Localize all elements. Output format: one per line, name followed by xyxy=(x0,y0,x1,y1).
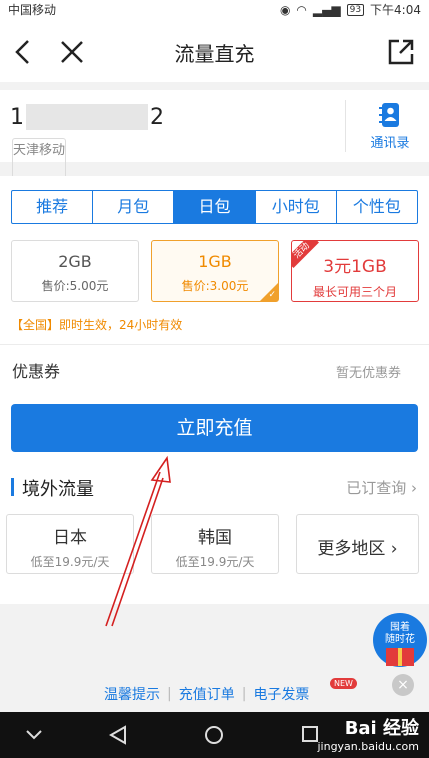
wifi-icon: ◠ xyxy=(296,2,307,17)
system-nav-bar: Bai 经验 jingyan.baidu.com xyxy=(0,712,429,758)
package-price: 最长可用三个月 xyxy=(312,285,397,299)
chevron-down-icon[interactable] xyxy=(24,726,44,742)
order-query-link[interactable]: 已订查询 › xyxy=(346,477,417,498)
region-price: 低至19.9元/天 xyxy=(30,555,110,569)
time-label: 下午4:04 xyxy=(370,3,421,17)
region-more-text: 更多地区 xyxy=(317,539,386,559)
overseas-title: 境外流量 xyxy=(22,479,94,500)
gift-badge-line2: 随时花 xyxy=(385,632,415,645)
orders-link[interactable]: 充值订单 xyxy=(179,684,235,704)
region-name: 韩国 xyxy=(198,528,232,548)
contacts-icon xyxy=(379,103,399,127)
invoice-link[interactable]: 电子发票 xyxy=(253,684,309,704)
order-query-label: 已订查询 xyxy=(346,479,407,497)
back-triangle-icon[interactable] xyxy=(108,724,128,746)
status-bar: 中国移动 ◉ ◠ ▂▄▆ 93 下午4:04 xyxy=(0,0,429,18)
region-name: 日本 xyxy=(53,528,87,548)
home-circle-icon[interactable] xyxy=(203,724,225,746)
tab-custom[interactable]: 个性包 xyxy=(335,191,417,223)
package-name: 3元1GB xyxy=(323,257,387,277)
region-korea[interactable]: 韩国 低至19.9元/天 xyxy=(151,514,279,574)
close-badge-icon[interactable]: × xyxy=(392,674,414,696)
page-title: 流量直充 xyxy=(174,42,255,66)
recharge-panel: 推荐 月包 日包 小时包 个性包 2GB 售价:5.00元 1GB 售价:3.0… xyxy=(0,176,429,604)
contacts-label: 通讯录 xyxy=(370,136,410,151)
phone-number-field[interactable]: 1 2 xyxy=(10,104,164,130)
contacts-button[interactable]: 通讯录 xyxy=(360,100,420,155)
eye-icon: ◉ xyxy=(279,2,291,17)
tab-recommend[interactable]: 推荐 xyxy=(12,191,92,223)
tab-monthly[interactable]: 月包 xyxy=(92,191,173,223)
package-option-1gb[interactable]: 1GB 售价:3.00元 ✓ xyxy=(151,240,279,302)
separator: | xyxy=(167,686,172,702)
check-icon: ✓ xyxy=(268,290,276,300)
phone-number-end: 2 xyxy=(150,104,164,130)
tips-link[interactable]: 温馨提示 xyxy=(104,684,160,704)
chevron-right-icon: › xyxy=(390,539,398,559)
phone-number-mask xyxy=(26,104,148,130)
package-price: 售价:5.00元 xyxy=(41,279,109,293)
region-more[interactable]: 更多地区 › xyxy=(296,514,419,574)
status-icons: ◉ ◠ ▂▄▆ 93 下午4:04 xyxy=(280,1,421,18)
battery-icon: 93 xyxy=(346,3,365,16)
share-icon[interactable] xyxy=(387,38,415,66)
phone-number-start: 1 xyxy=(10,104,24,130)
carrier-label: 中国移动 xyxy=(8,3,57,17)
package-option-2gb[interactable]: 2GB 售价:5.00元 xyxy=(11,240,139,302)
package-list: 2GB 售价:5.00元 1GB 售价:3.00元 ✓ 活动 3元1GB 最长可… xyxy=(11,240,419,302)
divider xyxy=(0,344,429,345)
package-option-promo[interactable]: 活动 3元1GB 最长可用三个月 xyxy=(291,240,419,302)
watermark: Bai 经验 jingyan.baidu.com xyxy=(317,714,419,753)
footer-area: 囤着 随时花 × 温馨提示 | 充值订单 | 电子发票 NEW xyxy=(0,604,429,712)
footer-links: 温馨提示 | 充值订单 | 电子发票 xyxy=(104,684,309,704)
tab-hourly[interactable]: 小时包 xyxy=(254,191,336,223)
chevron-right-icon: › xyxy=(411,479,417,497)
watermark-brand: Bai 经验 xyxy=(344,718,419,739)
coupon-value[interactable]: 暂无优惠券 xyxy=(336,362,401,381)
signal-icon: ▂▄▆ xyxy=(312,2,341,17)
watermark-url: jingyan.baidu.com xyxy=(317,740,419,753)
gift-badge-line1: 囤着 xyxy=(390,620,410,633)
package-tabs: 推荐 月包 日包 小时包 个性包 xyxy=(11,190,418,224)
new-badge: NEW xyxy=(330,678,357,689)
tab-daily[interactable]: 日包 xyxy=(173,191,255,223)
region-list: 日本 低至19.9元/天 韩国 低至19.9元/天 更多地区 › xyxy=(6,514,419,574)
package-name: 2GB xyxy=(58,252,92,271)
region-japan[interactable]: 日本 低至19.9元/天 xyxy=(6,514,134,574)
gift-badge-icon[interactable]: 囤着 随时花 xyxy=(372,610,428,672)
recharge-button[interactable]: 立即充值 xyxy=(11,404,418,452)
separator: | xyxy=(241,686,247,702)
divider xyxy=(345,100,346,152)
region-price: 低至19.9元/天 xyxy=(175,555,255,569)
region-more-label: 更多地区 › xyxy=(297,534,418,559)
screen: 中国移动 ◉ ◠ ▂▄▆ 93 下午4:04 流量直充 1 2 天津移动 通讯录… xyxy=(0,0,429,758)
package-name: 1GB xyxy=(198,252,232,271)
section-accent xyxy=(11,478,14,496)
coupon-label[interactable]: 优惠券 xyxy=(12,358,60,382)
phone-number-section: 1 2 天津移动 通讯录 xyxy=(0,90,429,198)
nav-bar: 流量直充 xyxy=(0,18,429,82)
validity-notice: 【全国】即时生效，24小时有效 xyxy=(11,318,183,332)
